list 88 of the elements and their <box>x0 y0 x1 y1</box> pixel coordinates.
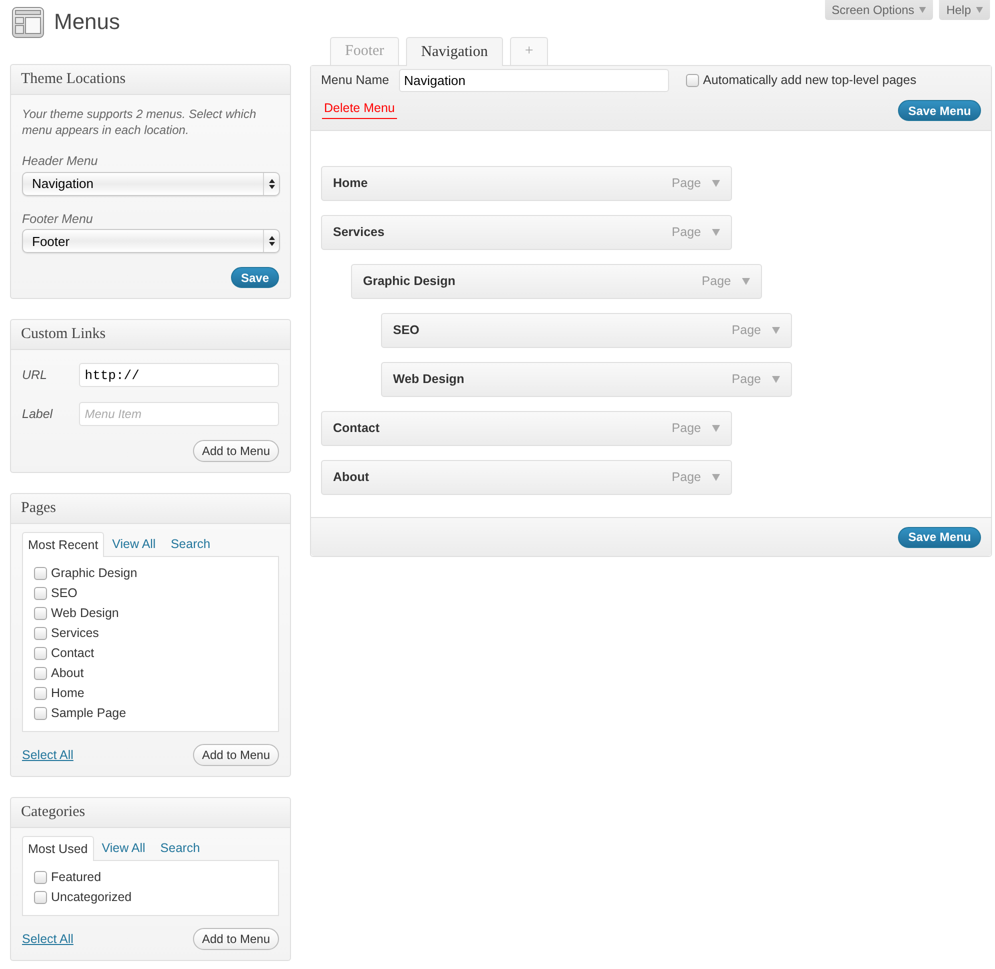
menu-item-title: Home <box>333 177 369 190</box>
menu-item-type: Page <box>672 422 701 435</box>
caret-icon[interactable] <box>772 376 780 383</box>
menu-item-type: Page <box>732 373 761 386</box>
list-tab[interactable]: View All <box>94 836 152 860</box>
top-tab-button[interactable]: Screen Options <box>824 0 934 20</box>
page-title: Menus <box>54 8 120 33</box>
panel-title: Pages <box>21 501 56 516</box>
layout-icon <box>12 7 44 38</box>
list-tab[interactable]: Most Used <box>22 836 94 861</box>
menu-item-type: Page <box>702 275 731 288</box>
checkbox-label[interactable]: About <box>51 666 84 680</box>
checkbox[interactable] <box>686 74 699 87</box>
location-label: Footer Menu <box>22 212 94 225</box>
add-to-menu-button[interactable]: Add to Menu <box>192 928 279 950</box>
checkbox-label[interactable]: Sample Page <box>51 706 126 720</box>
checkbox[interactable] <box>34 890 47 904</box>
caret-icon[interactable] <box>712 180 720 187</box>
panel-title: Categories <box>21 805 86 820</box>
menu-item-type: Page <box>672 471 701 484</box>
url-field[interactable]: http:// <box>78 363 279 387</box>
checkbox-label[interactable]: Home <box>51 686 84 700</box>
menu-item-bar[interactable]: Web Design Page <box>381 362 792 397</box>
panel-title: Custom Links <box>21 327 106 342</box>
caret-icon[interactable] <box>712 229 720 236</box>
menu-item-title: SEO <box>393 324 420 337</box>
menu-item-bar[interactable]: About Page <box>321 460 732 495</box>
list-tab[interactable]: Most Recent <box>22 532 104 557</box>
select-all-link[interactable]: Select All <box>22 748 74 762</box>
menu-item-type: Page <box>732 324 761 337</box>
menu-select[interactable]: Footer <box>22 229 280 253</box>
list-tab[interactable]: Search <box>164 532 218 556</box>
menu-item-bar[interactable]: Graphic Design Page <box>351 264 762 299</box>
menu-item-title: Web Design <box>393 373 466 386</box>
field-label: Label <box>22 408 54 420</box>
location-label: Header Menu <box>22 155 99 168</box>
panel-title: Theme Locations <box>21 72 126 87</box>
menu-item-type: Page <box>672 177 701 190</box>
checkbox-label[interactable]: SEO <box>51 586 78 600</box>
checkbox[interactable] <box>34 686 47 700</box>
menu-item-bar[interactable]: Contact Page <box>321 411 732 446</box>
select-all-link[interactable]: Select All <box>22 932 74 946</box>
field-label: URL <box>22 368 48 382</box>
checkbox-label[interactable]: Web Design <box>51 606 119 620</box>
checkbox[interactable] <box>34 566 47 580</box>
menu-item-bar[interactable]: SEO Page <box>381 313 792 348</box>
checkbox-label[interactable]: Services <box>51 626 99 640</box>
save-button[interactable]: Save <box>230 267 279 288</box>
menu-item-type: Page <box>672 226 701 239</box>
caret-icon[interactable] <box>712 474 720 481</box>
label-field[interactable]: Menu Item <box>78 402 279 426</box>
save-menu-button[interactable]: Save Menu <box>898 526 981 548</box>
menu-item-title: Services <box>333 226 386 239</box>
checkbox[interactable] <box>34 666 47 680</box>
menu-item-title: Graphic Design <box>363 275 456 288</box>
add-to-menu-button[interactable]: Add to Menu <box>192 440 279 462</box>
up-down-arrows-icon <box>268 178 274 188</box>
menu-item-title: About <box>333 471 370 484</box>
caret-icon[interactable] <box>919 7 926 13</box>
top-tab-button[interactable]: Help <box>939 0 990 20</box>
list-tab[interactable]: Search <box>153 836 207 860</box>
checkbox[interactable] <box>34 706 47 720</box>
list-tab[interactable]: View All <box>105 532 163 556</box>
save-menu-button[interactable]: Save Menu <box>898 100 981 121</box>
checkbox[interactable] <box>34 606 47 620</box>
menu-name-field[interactable]: Navigation <box>399 69 669 92</box>
checkbox[interactable] <box>34 646 47 660</box>
menu-item-bar[interactable]: Services Page <box>321 215 732 250</box>
menu-tab[interactable]: Navigation <box>406 37 503 66</box>
checkbox[interactable] <box>34 626 47 640</box>
menu-name-label: Menu Name <box>321 74 390 87</box>
caret-icon[interactable] <box>976 7 983 13</box>
up-down-arrows-icon <box>268 236 274 246</box>
description-text: Your theme supports 2 menus. Select which menu appears in each location. <box>22 106 258 138</box>
checkbox-label[interactable]: Uncategorized <box>51 890 132 904</box>
checkbox[interactable] <box>34 586 47 600</box>
checkbox-label[interactable]: Graphic Design <box>51 566 138 580</box>
checkbox-label[interactable]: Featured <box>51 870 102 884</box>
checkbox[interactable] <box>34 870 47 884</box>
add-to-menu-button[interactable]: Add to Menu <box>192 744 279 766</box>
checkbox-label[interactable]: Contact <box>51 646 94 660</box>
menu-item-bar[interactable]: Home Page <box>321 166 732 201</box>
menu-item-title: Contact <box>333 422 381 435</box>
menu-select[interactable]: Navigation <box>22 172 280 196</box>
caret-icon[interactable] <box>772 327 780 334</box>
caret-icon[interactable] <box>742 278 750 285</box>
caret-icon[interactable] <box>712 425 720 432</box>
checkbox-label[interactable]: Automatically add new top-level pages <box>703 74 916 87</box>
